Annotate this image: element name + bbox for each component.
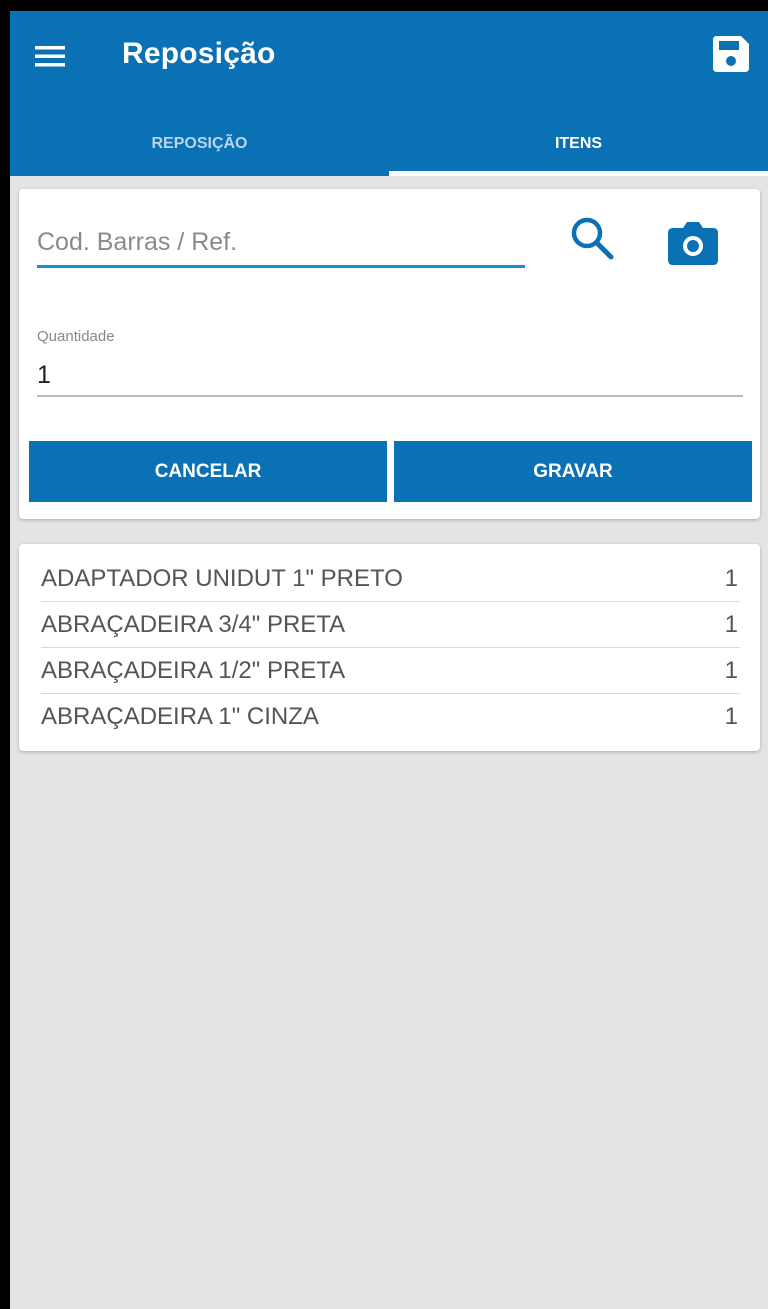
search-icon [567,214,617,269]
item-name: ABRAÇADEIRA 1/2" PRETA [41,656,346,684]
item-quantity: 1 [724,702,738,730]
app-bar: Reposição REPOSIÇÃO ITENS [10,11,768,176]
list-item[interactable]: ABRAÇADEIRA 3/4" PRETA 1 [41,602,740,648]
barcode-field [37,219,525,268]
item-quantity: 1 [724,610,738,638]
camera-button[interactable] [663,215,723,275]
save-button[interactable] [708,33,754,79]
app-screen: Reposição REPOSIÇÃO ITENS Cod. Barras / … [10,11,768,1309]
item-entry-card: Quantidade CANCELAR GRAVAR [19,189,760,519]
action-buttons: CANCELAR GRAVAR [29,441,752,502]
list-item[interactable]: ABRAÇADEIRA 1" CINZA 1 [41,694,740,739]
barcode-input[interactable] [37,219,525,268]
list-item[interactable]: ADAPTADOR UNIDUT 1" PRETO 1 [41,556,740,602]
tab-bar: REPOSIÇÃO ITENS [10,111,768,176]
cancel-button[interactable]: CANCELAR [29,441,387,502]
item-quantity: 1 [724,656,738,684]
quantity-field [37,355,743,399]
list-item[interactable]: ABRAÇADEIRA 1/2" PRETA 1 [41,648,740,694]
items-list: ADAPTADOR UNIDUT 1" PRETO 1 ABRAÇADEIRA … [41,556,740,739]
camera-icon [667,220,719,271]
items-list-card: ADAPTADOR UNIDUT 1" PRETO 1 ABRAÇADEIRA … [19,544,760,751]
quantity-label: Quantidade [37,328,115,345]
menu-button[interactable] [33,41,67,75]
item-name: ABRAÇADEIRA 1" CINZA [41,702,319,730]
save-floppy-icon [711,34,751,79]
item-name: ABRAÇADEIRA 3/4" PRETA [41,610,346,638]
page-title: Reposição [122,37,276,70]
item-quantity: 1 [724,564,738,592]
save-item-button[interactable]: GRAVAR [394,441,752,502]
item-name: ADAPTADOR UNIDUT 1" PRETO [41,564,403,592]
hamburger-menu-icon [35,44,65,73]
quantity-input[interactable] [37,355,743,397]
tab-itens[interactable]: ITENS [389,111,768,176]
search-button[interactable] [564,213,620,269]
tab-reposicao[interactable]: REPOSIÇÃO [10,111,389,176]
